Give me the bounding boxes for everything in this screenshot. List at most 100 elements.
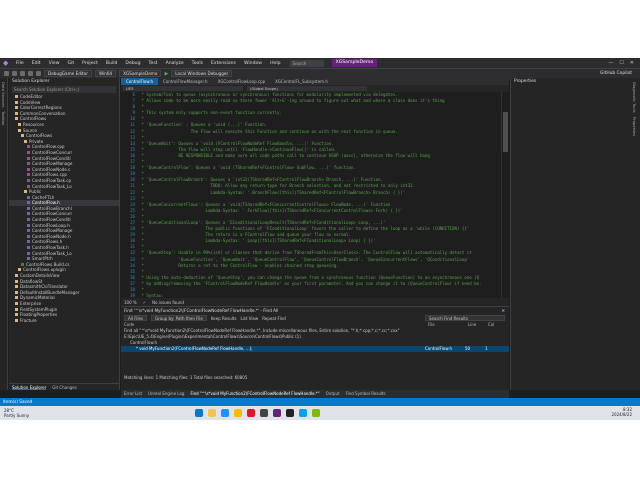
platform-dropdown[interactable]: Win64	[94, 70, 117, 77]
play-icon[interactable]: ▶	[164, 71, 168, 77]
code-text: * BE RESPONSIBLE and make sure all code …	[139, 152, 430, 158]
minimize-icon[interactable]: —	[608, 60, 613, 66]
tab-unreal-log[interactable]: Unreal Engine Log	[148, 390, 184, 398]
scroll-thumb[interactable]	[503, 112, 508, 152]
tab-controlflow-h[interactable]: ControlFlow.h	[121, 78, 159, 85]
tab-solution-explorer[interactable]: Solution Explorer	[12, 384, 47, 390]
vertical-scrollbar[interactable]	[501, 92, 509, 298]
close-icon[interactable]: ✕	[630, 60, 634, 66]
solution-search-input[interactable]: Search Solution Explorer (Ctrl+;)	[12, 86, 116, 93]
tree-item[interactable]: Fracture	[9, 318, 119, 324]
find-results-title-bar: Find '^\s*void MyFunction2\(FControlFlow…	[121, 307, 509, 314]
h-file-icon	[27, 234, 30, 238]
taskbar-apps	[195, 409, 320, 417]
menu-test[interactable]: Test	[146, 61, 161, 66]
menu-tools[interactable]: Tools	[189, 61, 206, 66]
global-scope-dropdown[interactable]: (Global Scope)	[247, 86, 367, 91]
folder-icon	[15, 279, 18, 283]
startup-project-dropdown[interactable]: XGSampleDemo	[119, 70, 162, 77]
tree-item-label: ControlFlowTask.cp	[32, 177, 72, 183]
tab-find-symbol-results[interactable]: Find Symbol Results	[346, 390, 386, 398]
weather-desc: Partly Sunny	[4, 413, 30, 418]
maximize-icon[interactable]: ☐	[619, 60, 623, 66]
configuration-dropdown[interactable]: DebugGame Editor	[44, 70, 92, 77]
zoom-level[interactable]: 100 %	[124, 300, 137, 305]
menu-file[interactable]: File	[13, 61, 27, 66]
menu-debug[interactable]: Debug	[122, 61, 143, 66]
tab-xgcontrolfl-subsystem-h[interactable]: XGControlFL_Subsystem.h	[270, 78, 333, 85]
menu-extensions[interactable]: Extensions	[208, 61, 239, 66]
properties-tab[interactable]: Properties	[632, 117, 637, 136]
folder-icon	[24, 190, 27, 194]
file-explorer-icon[interactable]	[208, 409, 216, 417]
code-text: * Lambda-Syntax: '.BranchFlow([this](TSh…	[139, 189, 406, 195]
column-line[interactable]: Line	[468, 322, 488, 328]
menu-project[interactable]: Project	[79, 61, 101, 66]
unreal-engine-icon[interactable]	[286, 409, 294, 417]
tree-item-label: Resources	[23, 121, 44, 127]
app2-icon[interactable]	[299, 409, 307, 417]
tab-error-list[interactable]: Error List	[124, 390, 142, 398]
tab-output[interactable]: Output	[326, 390, 340, 398]
tree-item-label: ControlFlowConcurr	[32, 211, 73, 217]
close-panel-icon[interactable]: ✕	[501, 307, 509, 314]
find-results-toolbar: All Files Group by: Path then File Keep …	[121, 314, 509, 322]
repeat-find-button[interactable]: Repeat Find	[262, 316, 286, 321]
folder-icon	[15, 285, 18, 289]
code-line: 37 * by adding/removing the 'FControlFlo…	[121, 281, 501, 287]
column-col[interactable]: Col	[488, 322, 508, 328]
menu-edit[interactable]: Edit	[29, 61, 44, 66]
global-search-box[interactable]: Search	[289, 59, 324, 67]
tab-controlflowmanager-h[interactable]: ControlFlowManager.h	[158, 78, 213, 85]
find-results-footer: Matching lines: 1 Matching files: 1 Tota…	[124, 375, 248, 380]
find-result-row[interactable]: * void MyFunction2(FControlFlowNodeRef F…	[121, 346, 509, 352]
visual-studio-icon[interactable]	[273, 409, 281, 417]
data-sources-tab[interactable]: Data Sources	[1, 82, 6, 107]
code-area[interactable]: 6 * System/Tool to queue (asynchronous o…	[121, 92, 501, 298]
save-icon[interactable]	[28, 71, 33, 76]
tree-item-label: ControlFlows.uplugin	[23, 267, 66, 273]
project-scope-dropdown[interactable]: UE5	[123, 86, 243, 91]
menu-window[interactable]: Window	[241, 61, 265, 66]
search-find-results-input[interactable]: Search Find Results	[425, 315, 505, 321]
tree-item-label: ControlFlow.cpp	[32, 144, 65, 150]
tree-item-label: Source	[23, 127, 38, 133]
tree-item-label: CodeEditor	[20, 94, 43, 99]
app-icon[interactable]	[247, 409, 255, 417]
menu-git[interactable]: Git	[65, 61, 78, 66]
keep-results-button[interactable]: Keep Results	[211, 316, 237, 321]
tree-item-label: DynamicMaterial	[20, 295, 55, 301]
edge-icon[interactable]	[221, 409, 229, 417]
menu-view[interactable]: View	[46, 61, 63, 66]
tab-git-changes[interactable]: Git Changes	[52, 384, 76, 390]
tree-item-label: SmartPtrh	[32, 256, 53, 262]
column-file[interactable]: File	[428, 322, 468, 328]
run-debugger-button[interactable]: Local Windows Debugger	[171, 70, 233, 77]
app3-icon[interactable]	[312, 409, 320, 417]
menu-analyze[interactable]: Analyze	[163, 61, 187, 66]
scope-dropdown[interactable]: All Files	[124, 315, 148, 321]
undo-icon[interactable]	[36, 71, 41, 76]
new-file-icon[interactable]	[20, 71, 25, 76]
group-by-dropdown[interactable]: Group by: Path then File	[151, 315, 207, 321]
tree-item-label: Fracture	[20, 317, 37, 323]
toolbox-tab[interactable]: Toolbox	[1, 111, 6, 125]
folder-icon	[15, 117, 18, 121]
menu-build[interactable]: Build	[103, 61, 121, 66]
navigation-bar: UE5 (Global Scope)	[121, 85, 509, 92]
diagnostic-tools-tab[interactable]: Diagnostic Tools	[632, 82, 637, 113]
list-view-button[interactable]: List View	[240, 316, 258, 321]
start-icon[interactable]	[195, 409, 203, 417]
folder-icon[interactable]	[234, 409, 242, 417]
weather-widget[interactable]: 28°C Partly Sunny	[0, 408, 60, 418]
tab-find-results[interactable]: Find "^\s*void MyFunction2(FControlFlowN…	[190, 390, 319, 398]
system-tray-clock[interactable]: 8:32 2024/8/22	[611, 408, 640, 417]
terminal-icon[interactable]	[260, 409, 268, 417]
forward-icon[interactable]	[12, 71, 17, 76]
back-icon[interactable]	[4, 71, 9, 76]
tab-xgcontrolflowloop-cpp[interactable]: XGControlFlowLoop.cpp	[213, 78, 271, 85]
copilot-button[interactable]: GitHub Copilot	[600, 71, 640, 76]
menu-help[interactable]: Help	[267, 61, 283, 66]
toolbar: DebugGame Editor Win64 XGSampleDemo ▶ Lo…	[0, 68, 640, 78]
screen: ◆ File Edit View Git Project Build Debug…	[0, 58, 640, 420]
